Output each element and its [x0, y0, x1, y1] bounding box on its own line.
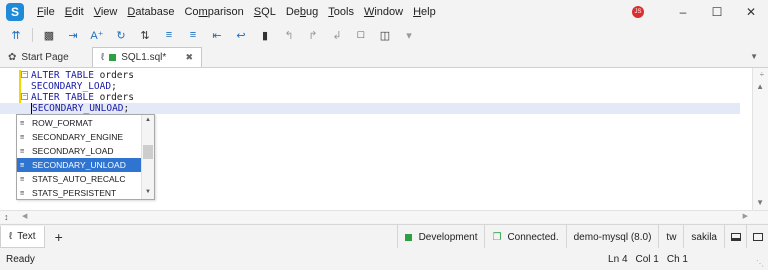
menu-help[interactable]: Help	[408, 0, 441, 24]
indent-icon[interactable]: ⇥	[61, 25, 85, 45]
toolbar-overflow-icon[interactable]: ▾	[397, 25, 421, 45]
autocomplete-item-selected[interactable]: ≡ SECONDARY_UNLOAD	[17, 158, 141, 172]
window-controls: JS – ☐ ✕	[632, 0, 768, 24]
connection-status: ❐ Connected.	[484, 225, 565, 249]
format-sql-icon[interactable]: ⇈	[4, 25, 28, 45]
scroll-up-icon[interactable]: ▲	[756, 82, 764, 91]
menu-sql[interactable]: SQL	[249, 0, 281, 24]
menu-tools[interactable]: Tools	[323, 0, 359, 24]
close-icon[interactable]: ✕	[734, 0, 768, 24]
horizontal-scrollbar[interactable]: ↕ ◀ ▶	[0, 210, 768, 223]
fold-icon[interactable]: −	[21, 71, 28, 78]
code-line: SECONDARY_LOAD;	[31, 81, 117, 92]
keyword-icon: ≡	[20, 147, 25, 155]
autocomplete-item[interactable]: ≡ SECONDARY_LOAD	[17, 144, 141, 158]
connection-color-icon	[109, 54, 117, 61]
autocomplete-list[interactable]: ≡ ROW_FORMAT ≡ SECONDARY_ENGINE ≡ SECONDARY…	[16, 114, 155, 200]
code-line-current: SECONDARY_UNLOAD;	[0, 103, 740, 114]
line-number: Ln 4	[608, 253, 628, 265]
tab-start-label: Start Page	[21, 51, 69, 63]
text-view-icon: ℓ	[9, 230, 13, 242]
next-bookmark-icon[interactable]: ↱	[301, 25, 325, 45]
toolbar-separator	[32, 28, 33, 42]
scroll-left-icon[interactable]: ◀	[22, 212, 27, 220]
autocomplete-item[interactable]: ≡ STATS_AUTO_RECALC	[17, 172, 141, 186]
code-line: ALTER TABLE orders	[31, 70, 134, 81]
autocomplete-item[interactable]: ≡ ROW_FORMAT	[17, 116, 141, 130]
resize-grip-icon[interactable]: ⋱	[756, 259, 764, 268]
vertical-scrollbar[interactable]: ÷ ▲ ▼	[752, 68, 768, 210]
split-horizontal-icon[interactable]: ↕	[4, 212, 9, 222]
server-name[interactable]: demo-mysql (8.0)	[565, 225, 659, 249]
column-number: Col 1	[635, 253, 659, 265]
scroll-thumb[interactable]	[143, 145, 153, 159]
tab-start-page[interactable]: ✿ Start Page	[0, 47, 90, 67]
toggle-layout-icon[interactable]	[746, 225, 768, 249]
menu-view[interactable]: View	[89, 0, 123, 24]
environment-label[interactable]: Development	[396, 225, 485, 249]
tab-list-icon[interactable]: ▼	[750, 52, 758, 61]
refresh-icon[interactable]: ↻	[109, 25, 133, 45]
scroll-down-icon[interactable]: ▼	[756, 198, 764, 207]
tab-sql1[interactable]: ℓ SQL1.sql* ✖	[92, 47, 202, 67]
char-number: Ch 1	[666, 253, 688, 265]
start-page-icon: ✿	[8, 51, 17, 63]
sort-icon[interactable]: ⇅	[133, 25, 157, 45]
keyword-icon: ≡	[20, 161, 25, 169]
code-line: ALTER TABLE orders	[31, 92, 134, 103]
menu-file[interactable]: File	[32, 0, 60, 24]
menu-debug[interactable]: Debug	[281, 0, 323, 24]
status-bar: Ready Ln 4 Col 1 Ch 1 ⋱	[0, 248, 768, 270]
sql-doc-icon: ℓ	[101, 52, 105, 63]
plug-icon: ❐	[492, 231, 502, 243]
clear-bookmarks-icon[interactable]: ↲	[325, 25, 349, 45]
keyword-icon: ≡	[20, 189, 25, 197]
cursor-position: Ln 4 Col 1 Ch 1	[608, 254, 688, 265]
keyword-icon: ≡	[20, 119, 25, 127]
menu-window[interactable]: Window	[359, 0, 408, 24]
text-case-icon[interactable]: A⁺	[85, 25, 109, 45]
minimize-icon[interactable]: –	[666, 0, 700, 24]
autocomplete-scrollbar[interactable]: ▲ ▼	[141, 115, 154, 199]
autocomplete-item[interactable]: ≡ STATS_PERSISTENT	[17, 186, 141, 200]
toggle-output-icon[interactable]	[724, 225, 746, 249]
tab-text-view[interactable]: ℓ Text	[0, 225, 45, 248]
autocomplete-item[interactable]: ≡ SECONDARY_ENGINE	[17, 130, 141, 144]
fold-icon[interactable]: −	[21, 93, 28, 100]
document-icon[interactable]: □	[349, 25, 373, 45]
scroll-down-icon[interactable]: ▼	[145, 189, 151, 195]
app-logo-icon: S	[6, 3, 24, 21]
document-view-bar: ℓ Text + Development ❐ Connected. demo-my…	[0, 224, 768, 249]
user-avatar[interactable]: JS	[632, 6, 644, 18]
database-name[interactable]: sakila	[683, 225, 724, 249]
keyword-icon: ≡	[20, 133, 25, 141]
toolbar: ⇈ ▩ ⇥ A⁺ ↻ ⇅ ≡ ≡ ⇤ ↩ ▮ ↰ ↱ ↲ □ ◫ ▾	[0, 24, 768, 46]
scroll-up-icon[interactable]: ▲	[145, 117, 151, 123]
maximize-icon[interactable]: ☐	[700, 0, 734, 24]
menu-items: File Edit View Database Comparison SQL D…	[32, 0, 441, 24]
split-icon[interactable]: ÷	[760, 70, 764, 79]
prev-bookmark-icon[interactable]: ↰	[277, 25, 301, 45]
add-view-icon[interactable]: +	[55, 229, 63, 245]
outdent-icon[interactable]: ⇤	[205, 25, 229, 45]
word-wrap-icon[interactable]: ↩	[229, 25, 253, 45]
document-tabs: ✿ Start Page ℓ SQL1.sql* ✖ ▼	[0, 46, 768, 68]
tab-sql1-label: SQL1.sql*	[121, 52, 167, 63]
comment-icon[interactable]: ≡	[157, 25, 181, 45]
tab-close-icon[interactable]: ✖	[185, 52, 193, 63]
connection-info: Development ❐ Connected. demo-mysql (8.0)…	[396, 225, 768, 249]
uncomment-icon[interactable]: ≡	[181, 25, 205, 45]
layout-icon[interactable]: ◫	[373, 25, 397, 45]
menu-database[interactable]: Database	[122, 0, 179, 24]
menu-comparison[interactable]: Comparison	[179, 0, 248, 24]
scroll-right-icon[interactable]: ▶	[743, 212, 748, 220]
menu-edit[interactable]: Edit	[60, 0, 89, 24]
keyword-icon: ≡	[20, 175, 25, 183]
environment-color-icon	[404, 233, 412, 241]
bookmark-icon[interactable]: ▮	[253, 25, 277, 45]
bookmark-toggle-icon[interactable]: ▩	[37, 25, 61, 45]
user-name: tw	[658, 225, 683, 249]
status-ready: Ready	[6, 253, 35, 265]
menu-bar: S File Edit View Database Comparison SQL…	[0, 0, 768, 24]
